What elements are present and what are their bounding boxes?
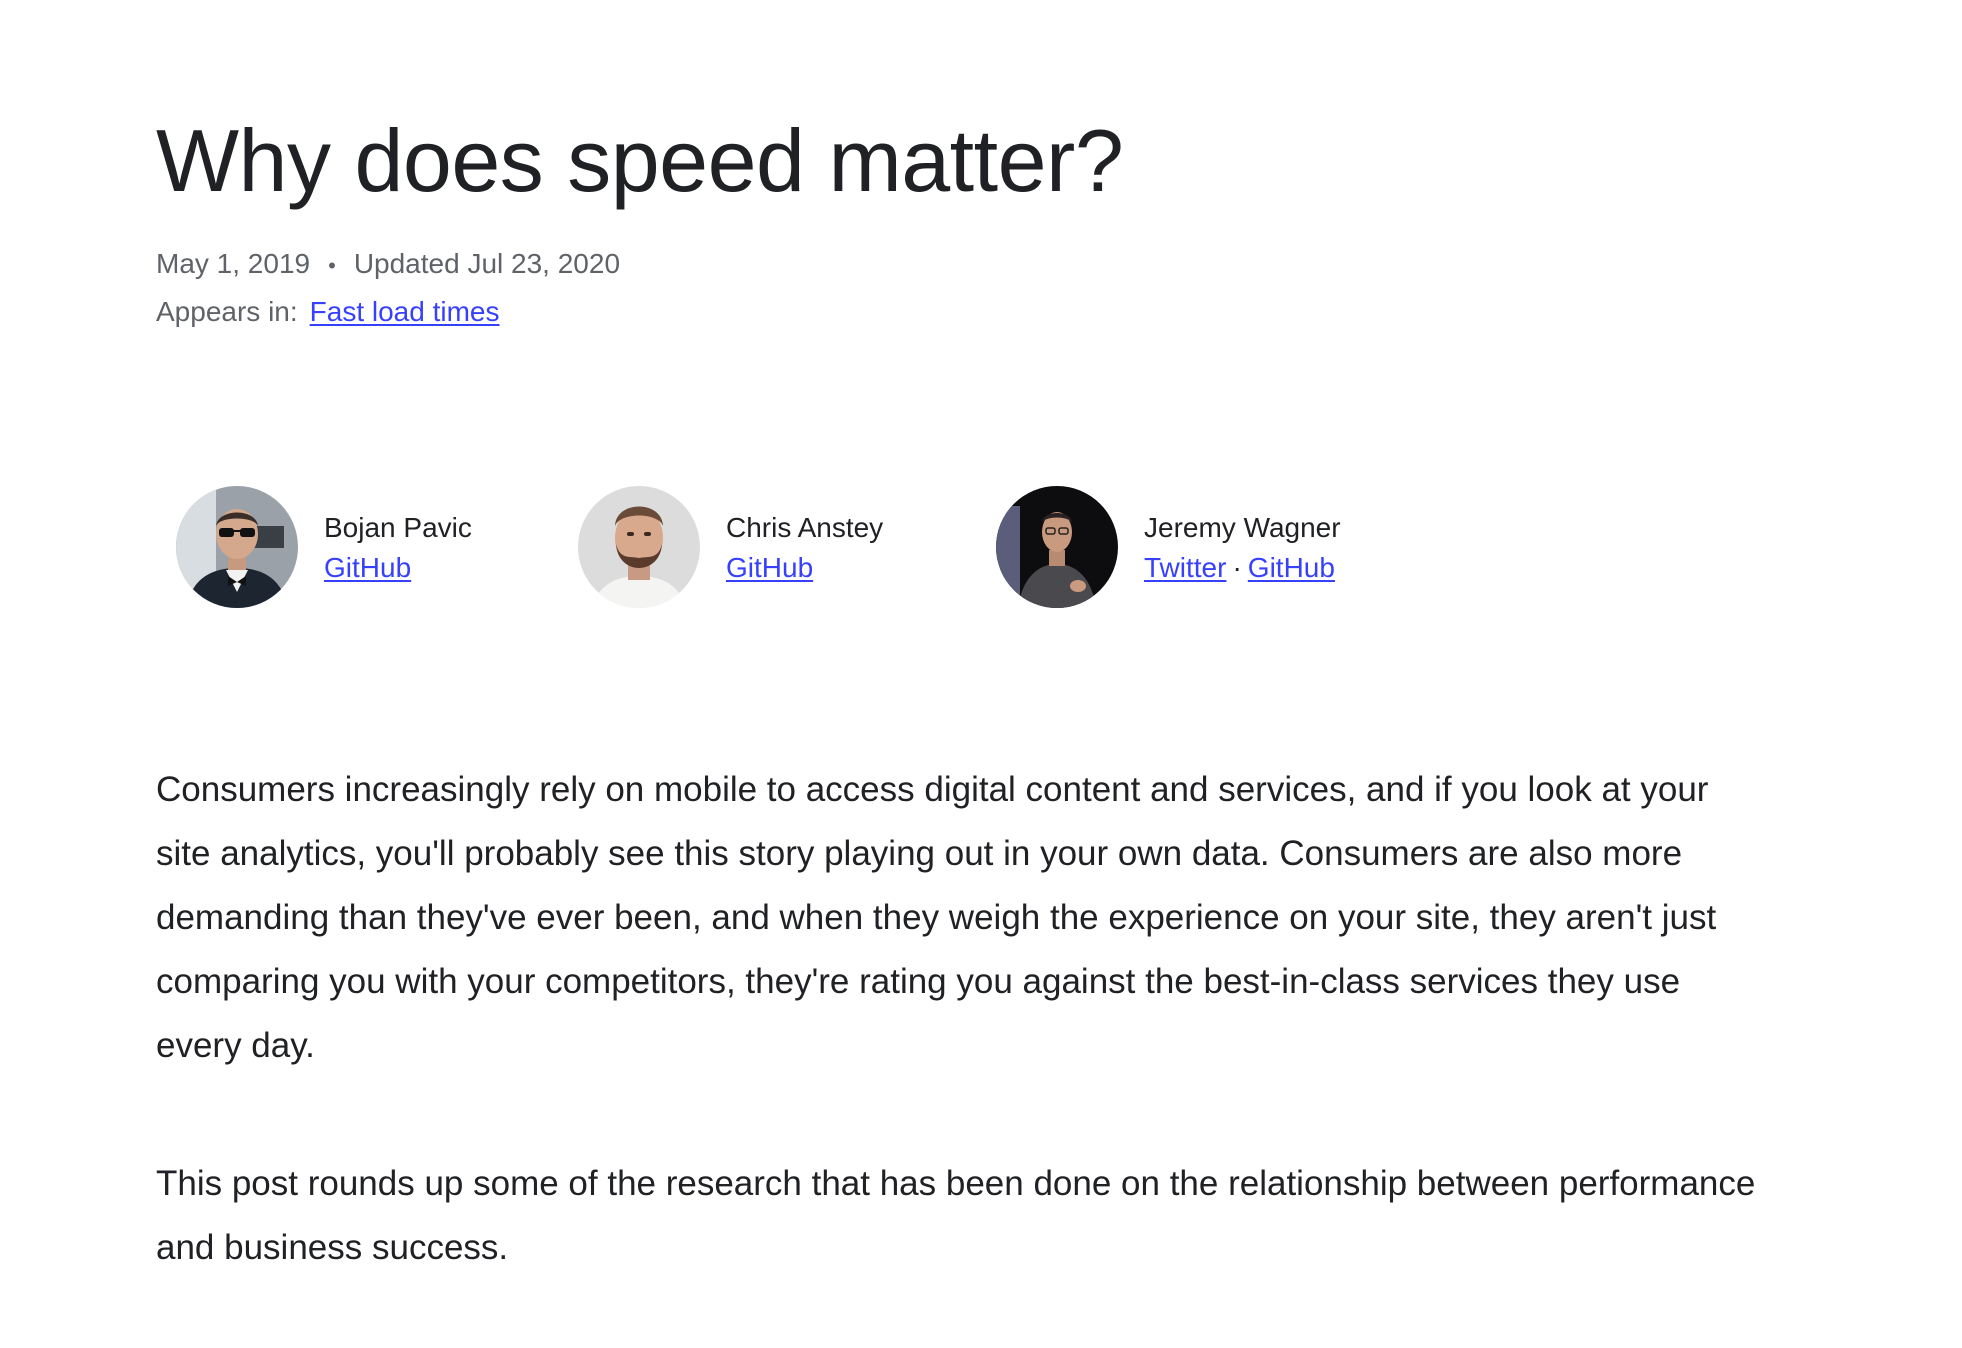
twitter-link[interactable]: Twitter — [1144, 552, 1226, 583]
article-dates: May 1, 2019 • Updated Jul 23, 2020 — [156, 244, 620, 286]
updated-date: Updated Jul 23, 2020 — [353, 248, 621, 279]
bullet-separator: • — [328, 252, 336, 278]
author-links: Twitter · GitHub — [1144, 548, 1341, 588]
appears-in: Appears in: Fast load times — [156, 292, 500, 332]
body-paragraph: This post rounds up some of the research… — [156, 1164, 1756, 1267]
author-info: Jeremy Wagner Twitter · GitHub — [1144, 508, 1341, 588]
author-name: Chris Anstey — [726, 512, 884, 543]
author-name: Jeremy Wagner — [1144, 512, 1341, 543]
author-info: Bojan Pavic GitHub — [324, 508, 472, 588]
avatar-chris-anstey — [578, 486, 700, 608]
body-paragraph: Consumers increasingly rely on mobile to… — [156, 770, 1717, 1065]
page-title: Why does speed matter? — [156, 111, 1124, 210]
github-link[interactable]: GitHub — [726, 552, 813, 583]
github-link[interactable]: GitHub — [1248, 552, 1335, 583]
author-links: GitHub — [324, 548, 472, 588]
author-name: Bojan Pavic — [324, 512, 472, 543]
avatar-bojan-pavic — [176, 486, 298, 608]
appears-in-label: Appears in: — [156, 296, 298, 327]
github-link[interactable]: GitHub — [324, 552, 411, 583]
author-info: Chris Anstey GitHub — [726, 508, 883, 588]
link-separator: · — [1232, 552, 1242, 583]
collection-link-fast-load-times[interactable]: Fast load times — [310, 296, 500, 327]
author-list: Bojan Pavic GitHub Chris Anstey GitHub J… — [176, 486, 1576, 610]
avatar-jeremy-wagner — [996, 486, 1118, 608]
author-links: GitHub — [726, 548, 883, 588]
published-date: May 1, 2019 — [156, 248, 311, 279]
